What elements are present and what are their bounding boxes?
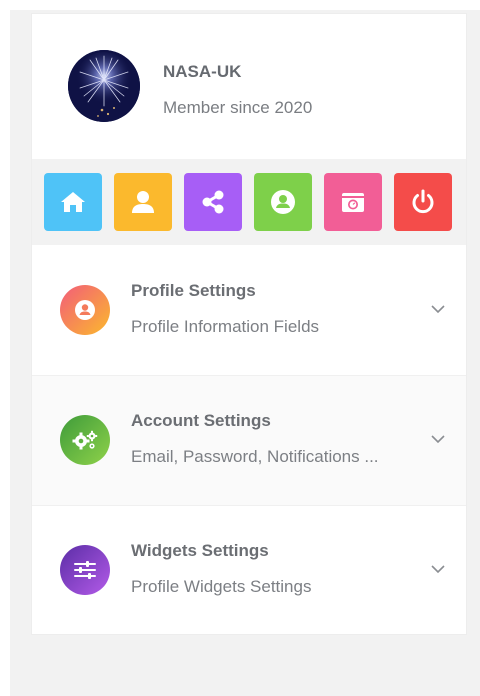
user-icon (132, 191, 154, 213)
profile-settings-icon-badge (60, 285, 110, 335)
widgets-settings-title: Widgets Settings (131, 541, 269, 560)
power-icon (412, 189, 434, 214)
chevron-down-icon[interactable] (430, 303, 446, 315)
chevron-down-icon[interactable] (430, 563, 446, 575)
home-button[interactable] (44, 173, 102, 231)
icon-toolbar (32, 159, 466, 245)
profile-settings-title: Profile Settings (131, 281, 256, 300)
account-settings-title: Account Settings (131, 411, 271, 430)
user-circle-icon (75, 300, 95, 320)
profile-panel: NASA-UK Member since 2020 Profile Settin… (32, 14, 466, 634)
profile-settings-subtitle: Profile Information Fields (131, 317, 320, 336)
media-button[interactable] (324, 173, 382, 231)
account-settings-subtitle: Email, Password, Notifications ... (131, 447, 379, 466)
profile-settings-row[interactable]: Profile Settings Profile Information Fie… (32, 245, 466, 375)
share-icon (202, 190, 224, 214)
home-icon (61, 192, 85, 212)
share-button[interactable] (184, 173, 242, 231)
profile-header: NASA-UK Member since 2020 (32, 14, 466, 159)
widgets-settings-subtitle: Profile Widgets Settings (131, 577, 312, 596)
chevron-down-icon[interactable] (430, 433, 446, 445)
divider (32, 375, 466, 376)
widgets-settings-icon-badge (60, 545, 110, 595)
avatar[interactable] (68, 50, 140, 122)
member-since-text: Member since 2020 (163, 98, 313, 117)
account-settings-row[interactable]: Account Settings Email, Password, Notifi… (32, 375, 466, 505)
user-button[interactable] (114, 173, 172, 231)
gears-icon (72, 430, 98, 450)
logout-button[interactable] (394, 173, 452, 231)
camera-icon (342, 193, 364, 212)
user-circle-icon (271, 190, 295, 214)
account-settings-icon-badge (60, 415, 110, 465)
account-button[interactable] (254, 173, 312, 231)
widgets-settings-row[interactable]: Widgets Settings Profile Widgets Setting… (32, 505, 466, 635)
username: NASA-UK (163, 62, 242, 81)
sliders-icon (74, 561, 96, 579)
fireworks-image (68, 50, 140, 122)
divider (32, 505, 466, 506)
